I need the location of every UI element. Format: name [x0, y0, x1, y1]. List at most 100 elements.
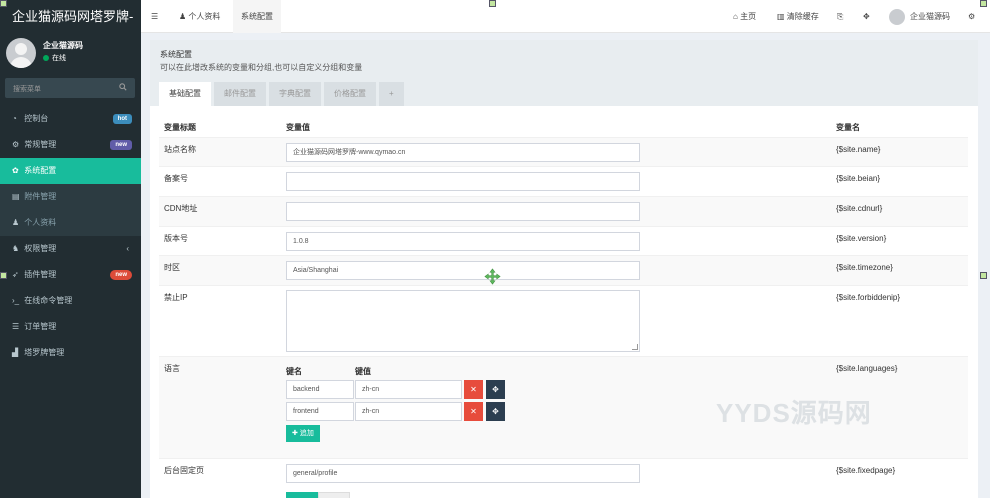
- sidebar-item-profile[interactable]: ♟ 个人资料: [0, 210, 141, 236]
- move-cursor-icon: [484, 268, 501, 285]
- top-navbar: ☰ ♟ 个人资料 系统配置 ⌂ 主页 ▥ 清除缓存 ⎘ ✥ 企业猫源码 ⚙: [141, 0, 990, 33]
- row-title: 站点名称: [164, 145, 196, 154]
- cdn-url-input[interactable]: [286, 202, 640, 221]
- resize-handle[interactable]: [980, 0, 987, 7]
- move-icon: ✥: [492, 407, 499, 416]
- home-label: 主页: [740, 12, 757, 21]
- row-var: {$site.cdnurl}: [836, 204, 883, 213]
- rocket-icon: ➶: [12, 270, 19, 279]
- sidebar-item-tarot[interactable]: ▟ 塔罗牌管理: [0, 340, 141, 366]
- row-var: {$site.name}: [836, 145, 881, 154]
- tab-label: 个人资料: [188, 12, 221, 21]
- resize-handle[interactable]: [980, 272, 987, 279]
- row-var: {$site.timezone}: [836, 263, 893, 272]
- user-status: 在线: [43, 53, 66, 63]
- fixed-page-input[interactable]: general/profile: [286, 464, 640, 483]
- row-var: {$site.forbiddenip}: [836, 293, 901, 302]
- sidebar-item-attachment[interactable]: ▤ 附件管理: [0, 184, 141, 210]
- table-header: 变量标题 变量值 变量名: [159, 120, 968, 137]
- sidebar-search-input[interactable]: 搜索菜单: [5, 78, 135, 98]
- online-dot-icon: [43, 55, 49, 61]
- sidebar-item-label: 权限管理: [24, 244, 57, 253]
- sidebar-item-label: 塔罗牌管理: [24, 348, 65, 357]
- table-row: 版本号 1.0.8 {$site.version}: [159, 226, 968, 255]
- clear-cache-label: 清除缓存: [786, 12, 819, 21]
- user-panel: 企业猫源码 在线: [0, 33, 141, 70]
- language-value-input[interactable]: zh-cn: [355, 402, 462, 421]
- avatar: [6, 38, 36, 68]
- table-row: 备案号 {$site.beian}: [159, 166, 968, 196]
- sidebar-item-dashboard[interactable]: ◔ 控制台 hot: [0, 106, 141, 132]
- config-tabs: 基础配置 邮件配置 字典配置 价格配置 +: [159, 82, 407, 106]
- fullscreen-icon[interactable]: ✥: [863, 0, 870, 33]
- search-placeholder: 搜索菜单: [13, 86, 41, 93]
- version-input[interactable]: 1.0.8: [286, 232, 640, 251]
- tab-dictionary[interactable]: 字典配置: [269, 82, 321, 106]
- reset-button[interactable]: [318, 492, 350, 498]
- config-table: 变量标题 变量值 变量名 站点名称 企业猫源码网塔罗牌-www.qymao.cn…: [159, 120, 968, 488]
- user-icon: ♟: [12, 218, 20, 227]
- translate-icon[interactable]: ⎘: [837, 0, 843, 33]
- language-value-input[interactable]: zh-cn: [355, 380, 462, 399]
- new-badge: new: [110, 140, 132, 150]
- plus-icon: ✚: [292, 430, 298, 437]
- row-title: 禁止IP: [164, 293, 188, 302]
- trash-icon: ▥: [777, 12, 785, 21]
- resize-handle[interactable]: [0, 272, 7, 279]
- forbidden-ip-textarea[interactable]: [286, 290, 640, 352]
- sidebar-item-label: 个人资料: [24, 218, 57, 227]
- submit-button[interactable]: [286, 492, 318, 498]
- sidebar-item-label: 附件管理: [24, 192, 57, 201]
- row-var: {$site.fixedpage}: [836, 466, 896, 475]
- brand-logo[interactable]: 企业猫源码网塔罗牌-: [0, 0, 141, 33]
- page-description: 可以在此增改系统的变量和分组,也可以自定义分组和变量: [160, 63, 363, 72]
- drag-pair-button[interactable]: ✥: [486, 380, 505, 399]
- timezone-input[interactable]: Asia/Shanghai: [286, 261, 640, 280]
- language-key-input[interactable]: backend: [286, 380, 354, 399]
- language-key-input[interactable]: frontend: [286, 402, 354, 421]
- user-icon: ♟: [179, 12, 187, 21]
- tab-label: 系统配置: [241, 12, 273, 21]
- table-row: CDN地址 {$site.cdnurl}: [159, 196, 968, 226]
- search-icon[interactable]: [119, 83, 127, 91]
- dashboard-icon: ◔: [12, 114, 17, 123]
- home-link[interactable]: ⌂ 主页: [733, 0, 756, 33]
- sidebar-item-general[interactable]: ⚙ 常规管理 new: [0, 132, 141, 158]
- sidebar-item-label: 订单管理: [24, 322, 57, 331]
- remove-pair-button[interactable]: ✕: [464, 402, 483, 421]
- tab-config[interactable]: 系统配置: [233, 0, 281, 33]
- sidebar-item-order[interactable]: ☰ 订单管理: [0, 314, 141, 340]
- username-label: 企业猫源码: [910, 12, 950, 21]
- chevron-left-icon: ‹: [126, 244, 129, 253]
- header-title: 变量标题: [164, 123, 196, 132]
- beian-input[interactable]: [286, 172, 640, 191]
- page-title: 系统配置: [160, 50, 192, 59]
- tab-profile[interactable]: ♟ 个人资料: [179, 0, 220, 33]
- sidebar-item-config[interactable]: ✿ 系统配置: [0, 158, 141, 184]
- row-title: 备案号: [164, 174, 188, 183]
- site-name-input[interactable]: 企业猫源码网塔罗牌-www.qymao.cn: [286, 143, 640, 162]
- append-pair-button[interactable]: ✚ 追加: [286, 425, 320, 442]
- tab-basic[interactable]: 基础配置: [159, 82, 211, 106]
- group-icon: ♞: [12, 244, 20, 253]
- remove-pair-button[interactable]: ✕: [464, 380, 483, 399]
- chart-icon: ▟: [12, 348, 19, 357]
- resize-handle[interactable]: [0, 0, 7, 7]
- header-var: 变量名: [836, 123, 860, 132]
- tab-price[interactable]: 价格配置: [324, 82, 376, 106]
- resize-handle[interactable]: [489, 0, 496, 7]
- row-title: 后台固定页: [164, 466, 204, 475]
- add-tab-button[interactable]: +: [379, 82, 404, 106]
- sidebar-item-command[interactable]: ›_ 在线命令管理: [0, 288, 141, 314]
- sidebar-item-auth[interactable]: ♞ 权限管理 ‹: [0, 236, 141, 262]
- sidebar-toggle-icon[interactable]: ☰: [151, 0, 158, 33]
- hot-badge: hot: [112, 114, 132, 124]
- user-menu[interactable]: 企业猫源码: [889, 0, 950, 33]
- drag-pair-button[interactable]: ✥: [486, 402, 505, 421]
- sidebar-item-addon[interactable]: ➶ 插件管理 new: [0, 262, 141, 288]
- settings-gear-icon[interactable]: ⚙: [968, 0, 975, 33]
- clear-cache-button[interactable]: ▥ 清除缓存: [777, 0, 819, 33]
- tab-email[interactable]: 邮件配置: [214, 82, 266, 106]
- append-label: 追加: [299, 430, 314, 437]
- table-row: 禁止IP {$site.forbiddenip}: [159, 285, 968, 356]
